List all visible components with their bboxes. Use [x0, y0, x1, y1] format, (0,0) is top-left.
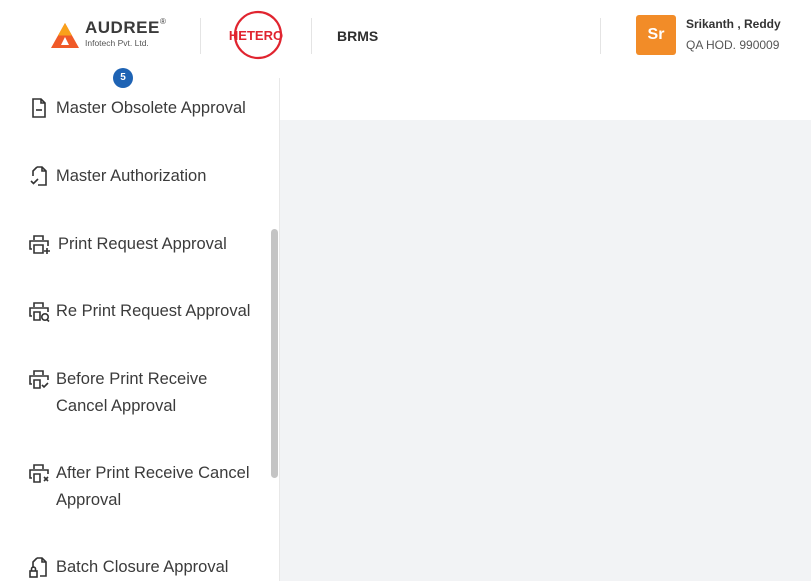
sidebar-item-re-print-request-approval[interactable]: Re Print Request Approval [27, 298, 267, 328]
sidebar-item-master-obsolete-approval[interactable]: Master Obsolete Approval [27, 95, 267, 125]
header-divider [600, 18, 601, 54]
sidebar-item-label: Batch Closure Approval [56, 558, 229, 576]
sidebar-item-label: Re Print Request Approval [56, 302, 251, 320]
header-divider [311, 18, 312, 54]
sidebar-scrollbar-thumb[interactable] [271, 229, 278, 478]
audree-triangle-icon [51, 23, 79, 48]
sidebar-item-label: Print Request Approval [58, 235, 227, 253]
document-lock-icon [29, 557, 47, 578]
printer-cancel-icon [29, 464, 49, 483]
company-name: AUDREE [85, 18, 160, 37]
notification-badge[interactable]: 5 [113, 68, 133, 88]
hetero-logo[interactable]: HETERO [225, 10, 287, 60]
client-logo-text: HETERO [229, 28, 283, 43]
printer-plus-icon [29, 235, 50, 254]
document-check-icon [30, 166, 47, 186]
sidebar-item-print-request-approval[interactable]: Print Request Approval [27, 231, 267, 261]
user-name: Srikanth , Reddy [686, 17, 781, 31]
sidebar-item-after-print-receive-cancel-approval[interactable]: After Print Receive Cancel Approval [27, 460, 267, 516]
audree-logo[interactable]: AUDREE ® Infotech Pvt. Ltd. [51, 17, 175, 52]
printer-refresh-icon [29, 302, 50, 323]
printer-check-icon [29, 370, 49, 389]
sidebar-item-label: Before Print Receive Cancel Approval [56, 370, 208, 415]
sidebar-item-master-authorization[interactable]: Master Authorization [27, 163, 267, 193]
sidebar-item-label: Master Obsolete Approval [56, 99, 246, 117]
registered-mark: ® [160, 17, 166, 26]
app-name: BRMS [337, 28, 379, 44]
company-subtitle: Infotech Pvt. Ltd. [85, 38, 149, 48]
top-header: AUDREE ® Infotech Pvt. Ltd. HETERO BRMS … [0, 0, 811, 78]
sidebar-item-label: Master Authorization [56, 167, 207, 185]
avatar[interactable]: Sr [636, 15, 676, 55]
sidebar-item-before-print-receive-cancel-approval[interactable]: Before Print Receive Cancel Approval [27, 366, 267, 422]
sidebar-item-label: After Print Receive Cancel Approval [56, 464, 250, 509]
document-minus-icon [32, 98, 46, 118]
user-role: QA HOD. 990009 [686, 38, 780, 52]
sidebar: Master Obsolete Approval Master Authoriz… [0, 78, 280, 581]
header-divider [200, 18, 201, 54]
main-content-area [280, 120, 811, 581]
sidebar-item-batch-closure-approval[interactable]: Batch Closure Approval [27, 554, 267, 581]
